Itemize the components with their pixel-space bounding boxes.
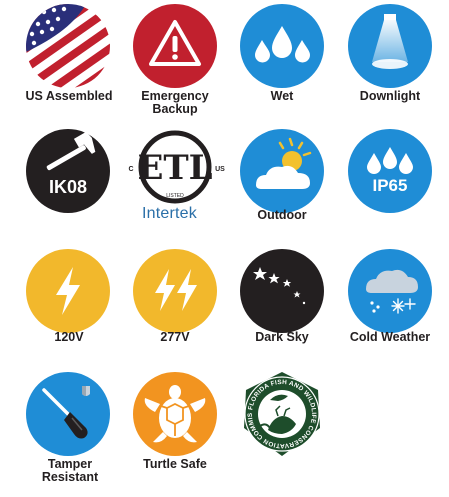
cold-weather-label: Cold Weather <box>349 330 431 344</box>
etl-listed-mark: ETL C US LISTED Intertek <box>120 125 230 225</box>
warning-triangle-icon <box>133 4 217 88</box>
double-lightning-icon <box>133 249 217 333</box>
ik08-badge: IK08 <box>14 125 124 215</box>
wet-badge: Wet <box>227 0 337 110</box>
120v-label: 120V <box>54 330 84 344</box>
screwdriver-icon <box>26 372 110 456</box>
ik08-text: IK08 <box>49 177 87 197</box>
etl-logo-icon: ETL C US LISTED <box>128 130 225 204</box>
outdoor-label: Outdoor <box>257 208 307 222</box>
turtle-icon <box>133 372 217 456</box>
tamper-resistant-label: Tamper Resistant <box>41 457 99 484</box>
downlight-label: Downlight <box>359 89 421 103</box>
downlight-beam-icon <box>348 4 432 88</box>
ip65-badge: IP65 <box>335 125 445 215</box>
ip65-text: IP65 <box>373 176 408 195</box>
hammer-icon: IK08 <box>26 129 110 213</box>
downlight-badge: Downlight <box>335 0 445 110</box>
wet-label: Wet <box>270 89 294 103</box>
intertek-label: Intertek <box>142 205 197 222</box>
fwc-seal: FLORIDA FISH AND WILDLIFE CONSERVATION C… <box>227 368 337 478</box>
turtle-safe-label: Turtle Safe <box>143 457 207 471</box>
emergency-backup-badge: Emergency Backup <box>120 0 230 120</box>
turtle-safe-badge: Turtle Safe <box>120 368 230 478</box>
etl-c-text: C <box>128 166 133 173</box>
120v-badge: 120V <box>14 245 124 355</box>
etl-text: ETL <box>137 148 212 188</box>
emergency-backup-label: Emergency Backup <box>141 89 209 116</box>
etl-us-text: US <box>215 166 225 173</box>
outdoor-badge: Outdoor <box>227 125 337 225</box>
etl-listed-text: LISTED <box>166 193 184 199</box>
stars-icon <box>240 249 324 333</box>
us-assembled-badge: US Assembled <box>14 0 124 110</box>
us-assembled-label: US Assembled <box>25 89 113 103</box>
dark-sky-badge: Dark Sky <box>227 245 337 355</box>
fwc-seal-icon: FLORIDA FISH AND WILDLIFE CONSERVATION C… <box>238 370 320 456</box>
ip65-drops-icon: IP65 <box>348 129 432 213</box>
dark-sky-label: Dark Sky <box>255 330 309 344</box>
tamper-resistant-badge: Tamper Resistant <box>14 368 124 497</box>
sun-cloud-icon <box>240 129 324 213</box>
us-flag-icon <box>26 4 110 88</box>
lightning-bolt-icon <box>26 249 110 333</box>
277v-badge: 277V <box>120 245 230 355</box>
snow-cloud-icon <box>348 249 432 333</box>
277v-label: 277V <box>160 330 190 344</box>
cold-weather-badge: Cold Weather <box>335 245 445 355</box>
water-drops-icon <box>240 4 324 88</box>
